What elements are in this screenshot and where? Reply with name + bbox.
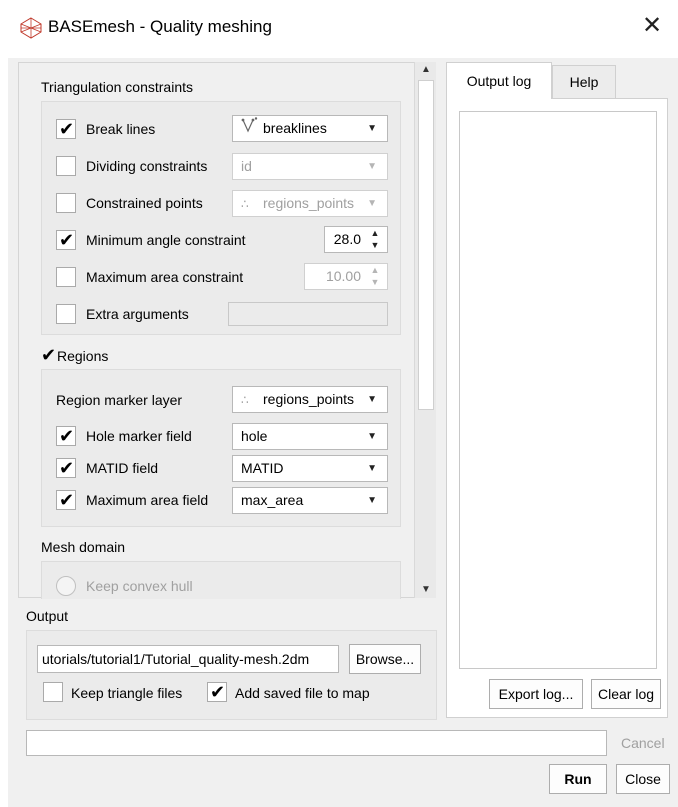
dividing-constraints-checkbox[interactable] (56, 156, 76, 176)
matid-checkbox[interactable]: ✔ (56, 458, 76, 478)
keep-triangle-files-checkbox[interactable] (43, 682, 63, 702)
constrained-points-label: Constrained points (86, 195, 203, 211)
spin-arrows-icon[interactable]: ▲ ▼ (367, 227, 383, 251)
hole-marker-label: Hole marker field (86, 428, 192, 444)
constraints-group: ✔ Break lines breaklines ▼ Dividing cons… (41, 101, 401, 335)
max-area-label: Maximum area constraint (86, 269, 244, 285)
output-log-area[interactable] (459, 111, 657, 669)
spin-arrows-icon: ▲ ▼ (370, 265, 380, 287)
break-lines-combo[interactable]: breaklines ▼ (232, 115, 388, 142)
point-layer-icon: ∴ (241, 197, 249, 211)
tab-help[interactable]: Help (552, 65, 616, 98)
max-area-checkbox[interactable] (56, 267, 76, 287)
matid-combo[interactable]: MATID ▼ (232, 455, 388, 482)
min-angle-label: Minimum angle constraint (86, 232, 246, 248)
constrained-points-combo: ∴ regions_points ▼ (232, 190, 388, 217)
progress-bar (26, 730, 607, 756)
regions-checkbox[interactable]: ✔ (39, 345, 57, 365)
break-lines-checkbox[interactable]: ✔ (56, 119, 76, 139)
chevron-down-icon: ▼ (367, 495, 377, 506)
mesh-grid-icon (20, 17, 42, 39)
run-button[interactable]: Run (549, 764, 607, 794)
chevron-down-icon: ▼ (367, 463, 377, 474)
mesh-domain-group: Keep convex hull (41, 561, 401, 599)
parameters-pane: Triangulation constraints ✔ Break lines … (18, 62, 418, 599)
max-area-field-label: Maximum area field (86, 492, 209, 508)
chevron-down-icon: ▼ (367, 431, 377, 442)
max-area-field-checkbox[interactable]: ✔ (56, 490, 76, 510)
parameters-scrollbar[interactable]: ▲ ▼ (414, 62, 436, 598)
dividing-constraints-label: Dividing constraints (86, 158, 208, 174)
hole-marker-checkbox[interactable]: ✔ (56, 426, 76, 446)
matid-label: MATID field (86, 460, 159, 476)
extra-arguments-label: Extra arguments (86, 306, 189, 322)
output-group: utorials/tutorial1/Tutorial_quality-mesh… (26, 630, 437, 720)
dividing-constraints-combo: id ▼ (232, 153, 388, 180)
keep-triangle-files-label: Keep triangle files (71, 685, 183, 701)
output-path-field[interactable]: utorials/tutorial1/Tutorial_quality-mesh… (37, 645, 339, 673)
cancel-button: Cancel (621, 735, 665, 751)
extra-arguments-input (228, 302, 388, 326)
clear-log-button[interactable]: Clear log (591, 679, 661, 709)
scroll-up-icon[interactable]: ▲ (415, 62, 437, 78)
output-heading: Output (26, 608, 69, 624)
chevron-down-icon: ▼ (367, 198, 377, 209)
chevron-down-icon: ▼ (367, 394, 377, 405)
close-button[interactable]: Close (616, 764, 670, 794)
keep-convex-hull-label: Keep convex hull (86, 578, 193, 594)
max-area-spinbox: 10.00 ▲ ▼ (304, 263, 388, 290)
add-to-map-label: Add saved file to map (235, 685, 370, 701)
line-layer-icon (241, 117, 263, 141)
mesh-domain-heading: Mesh domain (41, 539, 126, 555)
point-layer-icon: ∴ (241, 393, 249, 407)
region-marker-layer-combo[interactable]: ∴ regions_points ▼ (232, 386, 388, 413)
extra-arguments-checkbox[interactable] (56, 304, 76, 324)
scroll-down-icon[interactable]: ▼ (415, 582, 437, 598)
regions-group: Region marker layer ∴ regions_points ▼ ✔ … (41, 369, 401, 527)
min-angle-spinbox[interactable]: 28.0 ▲ ▼ (324, 226, 388, 253)
region-marker-layer-label: Region marker layer (56, 392, 183, 408)
keep-convex-hull-radio (56, 576, 76, 596)
browse-button[interactable]: Browse... (349, 644, 421, 674)
hole-marker-combo[interactable]: hole ▼ (232, 423, 388, 450)
max-area-field-combo[interactable]: max_area ▼ (232, 487, 388, 514)
add-to-map-checkbox[interactable]: ✔ (207, 682, 227, 702)
close-icon[interactable]: ✕ (638, 12, 666, 40)
output-log-tab-body: Export log... Clear log (446, 98, 668, 718)
scrollbar-thumb[interactable] (418, 80, 434, 410)
tab-output-log[interactable]: Output log (446, 62, 552, 99)
export-log-button[interactable]: Export log... (489, 679, 583, 709)
log-help-panel: Output log Help Export log... Clear log (446, 62, 668, 718)
constrained-points-checkbox[interactable] (56, 193, 76, 213)
break-lines-label: Break lines (86, 121, 156, 137)
window-title: BASEmesh - Quality meshing (48, 17, 272, 36)
triangulation-constraints-heading: Triangulation constraints (41, 79, 194, 95)
chevron-down-icon: ▼ (367, 123, 377, 134)
title-bar: BASEmesh - Quality meshing ✕ (0, 0, 678, 58)
chevron-down-icon: ▼ (367, 161, 377, 172)
min-angle-checkbox[interactable]: ✔ (56, 230, 76, 250)
regions-heading: Regions (57, 348, 109, 364)
